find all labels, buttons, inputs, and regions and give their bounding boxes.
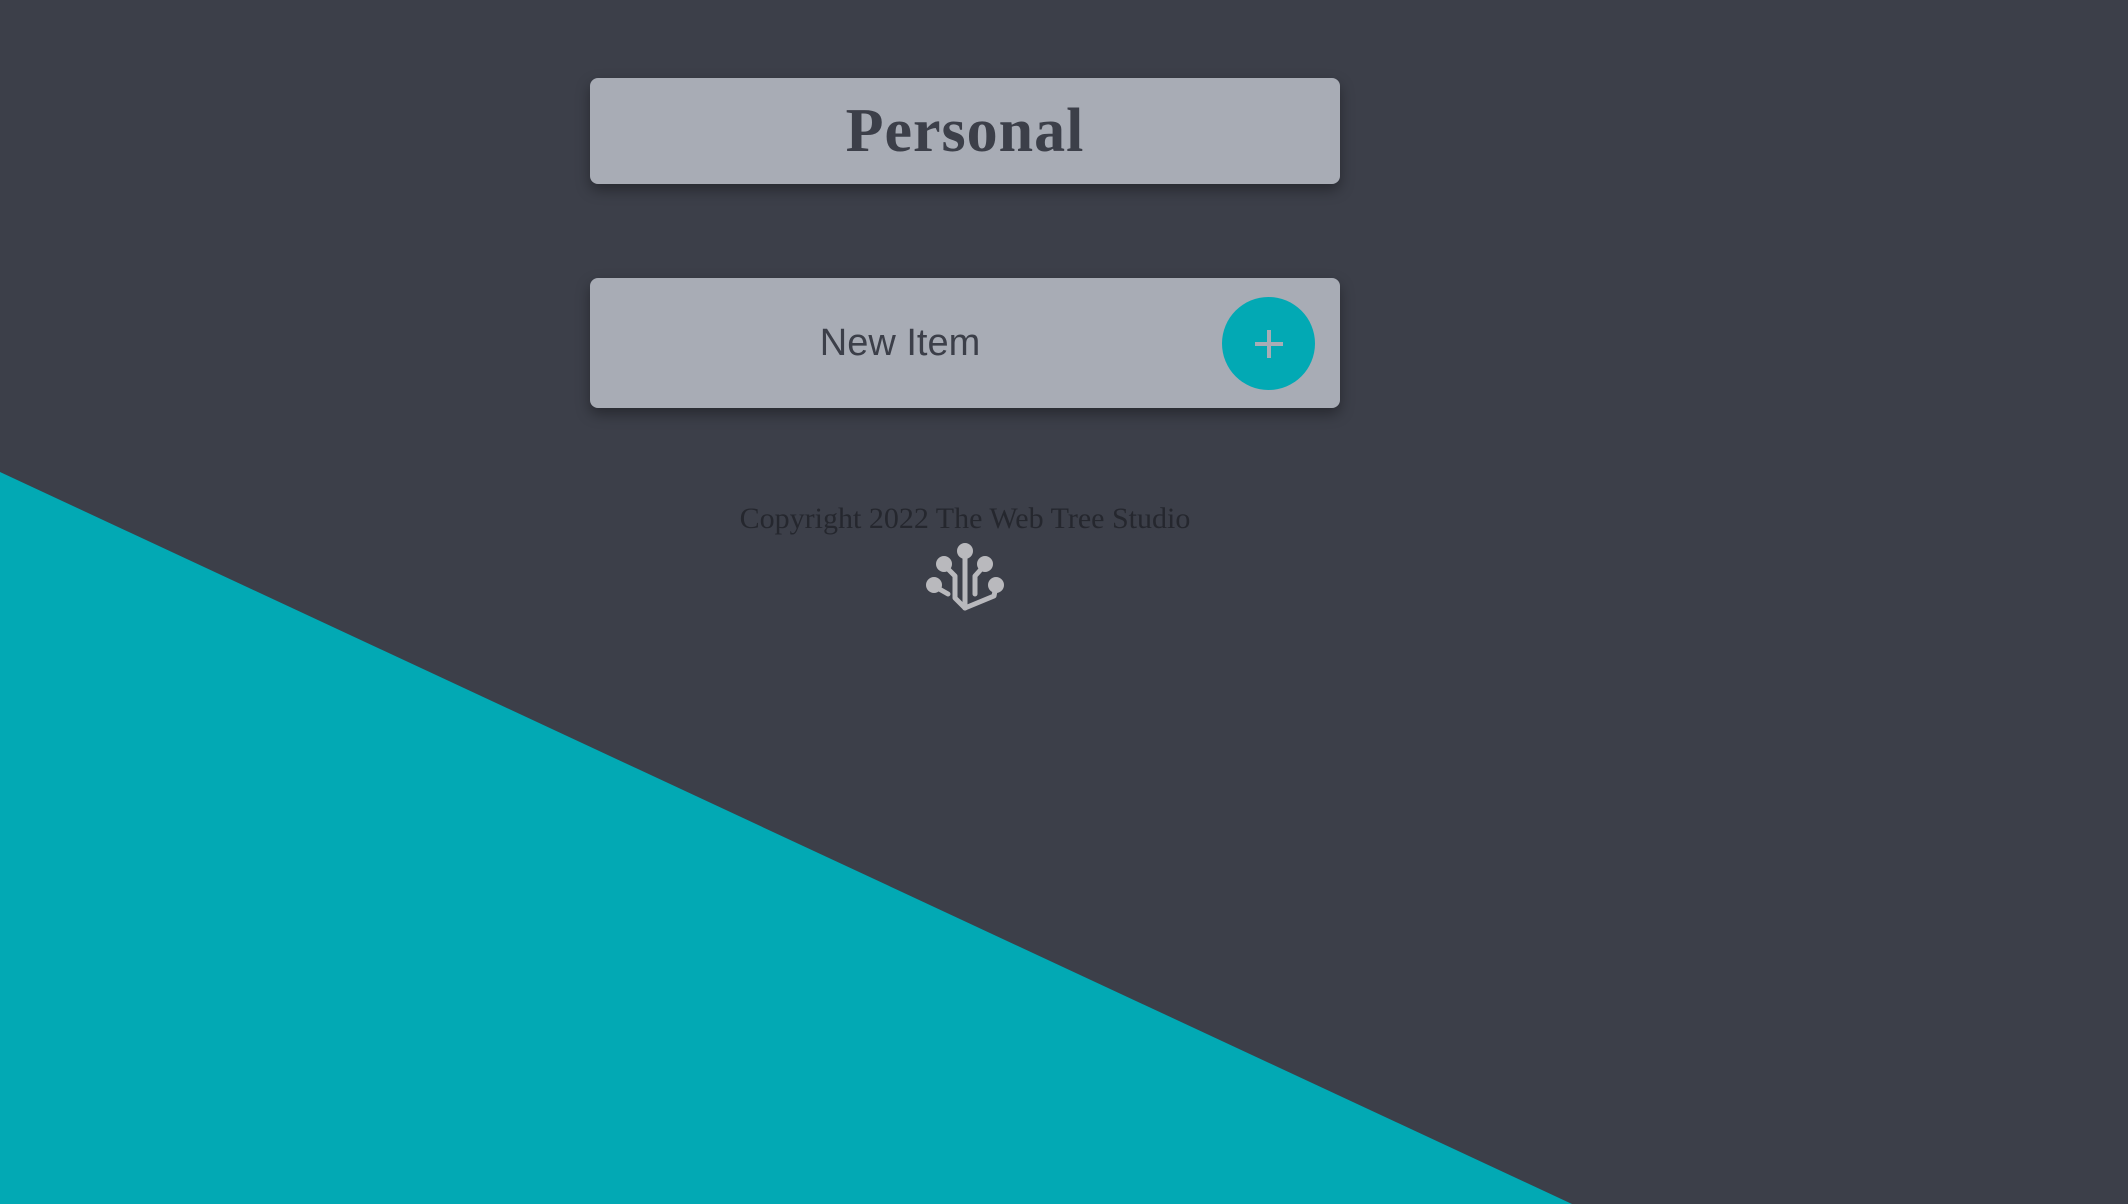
new-item-input[interactable] bbox=[590, 278, 1210, 408]
copyright-text: Copyright 2022 The Web Tree Studio bbox=[739, 502, 1191, 535]
footer: Copyright 2022 The Web Tree Studio bbox=[590, 502, 1340, 536]
new-item-form bbox=[590, 278, 1340, 408]
list-title: Personal bbox=[845, 96, 1085, 165]
list-title-card: Personal bbox=[590, 78, 1340, 184]
add-item-button[interactable] bbox=[1222, 297, 1315, 390]
web-tree-logo bbox=[926, 542, 1004, 614]
plus-icon bbox=[1254, 329, 1283, 358]
tree-circuit-icon bbox=[926, 543, 1004, 611]
